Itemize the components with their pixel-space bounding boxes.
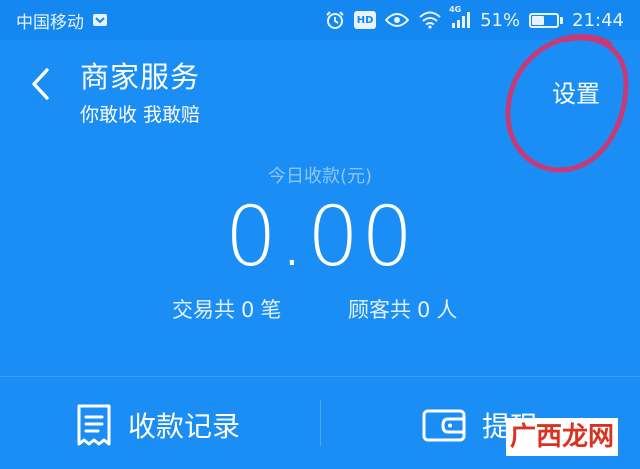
battery-percent: 51% — [480, 9, 521, 31]
status-bar: 中国移动 HD 4G 51% 21:44 — [0, 0, 640, 40]
wallet-icon — [422, 409, 466, 442]
eye-icon — [385, 12, 410, 28]
back-button[interactable] — [20, 62, 60, 106]
records-label: 收款记录 — [128, 410, 241, 443]
alarm-icon — [325, 10, 345, 30]
battery-icon — [529, 12, 564, 28]
section-divider — [0, 376, 640, 377]
network-type: 4G — [449, 5, 462, 14]
transactions-prefix: 交易共 — [172, 298, 235, 322]
page-subtitle: 你敢收 我敢赔 — [80, 104, 201, 126]
customers-count: 0 — [417, 298, 431, 322]
income-amount: 0.00 — [224, 190, 416, 285]
header: 商家服务 你敢收 我敢赔 设置 — [0, 40, 640, 140]
customers-prefix: 顾客共 — [348, 298, 411, 322]
status-time: 21:44 — [572, 9, 624, 31]
hd-badge: HD — [354, 11, 377, 29]
customers-unit: 人 — [436, 298, 458, 322]
withdraw-button[interactable]: 提现 — [422, 384, 538, 466]
transactions-count: 0 — [241, 298, 255, 322]
transactions-unit: 笔 — [260, 298, 282, 322]
settings-button[interactable]: 设置 — [552, 74, 600, 109]
status-left: 中国移动 — [16, 8, 108, 33]
customers-stat: 顾客共 0 人 — [348, 294, 457, 324]
income-label: 今日收款(元) — [267, 166, 373, 187]
carrier-badge-icon — [92, 12, 108, 28]
signal-icon: 4G — [449, 5, 471, 29]
transactions-stat: 交易共 0 笔 — [172, 294, 281, 324]
chevron-left-icon — [32, 68, 49, 100]
carrier-name: 中国移动 — [16, 12, 84, 33]
action-divider — [320, 400, 321, 446]
page-title: 商家服务 — [80, 60, 201, 94]
withdraw-label: 提现 — [482, 410, 539, 443]
status-right: HD 4G 51% 21:44 — [325, 5, 624, 31]
receipt-icon — [77, 404, 111, 446]
battery-fill — [532, 15, 545, 25]
wifi-icon — [418, 11, 442, 29]
records-button[interactable]: 收款记录 — [76, 384, 240, 466]
